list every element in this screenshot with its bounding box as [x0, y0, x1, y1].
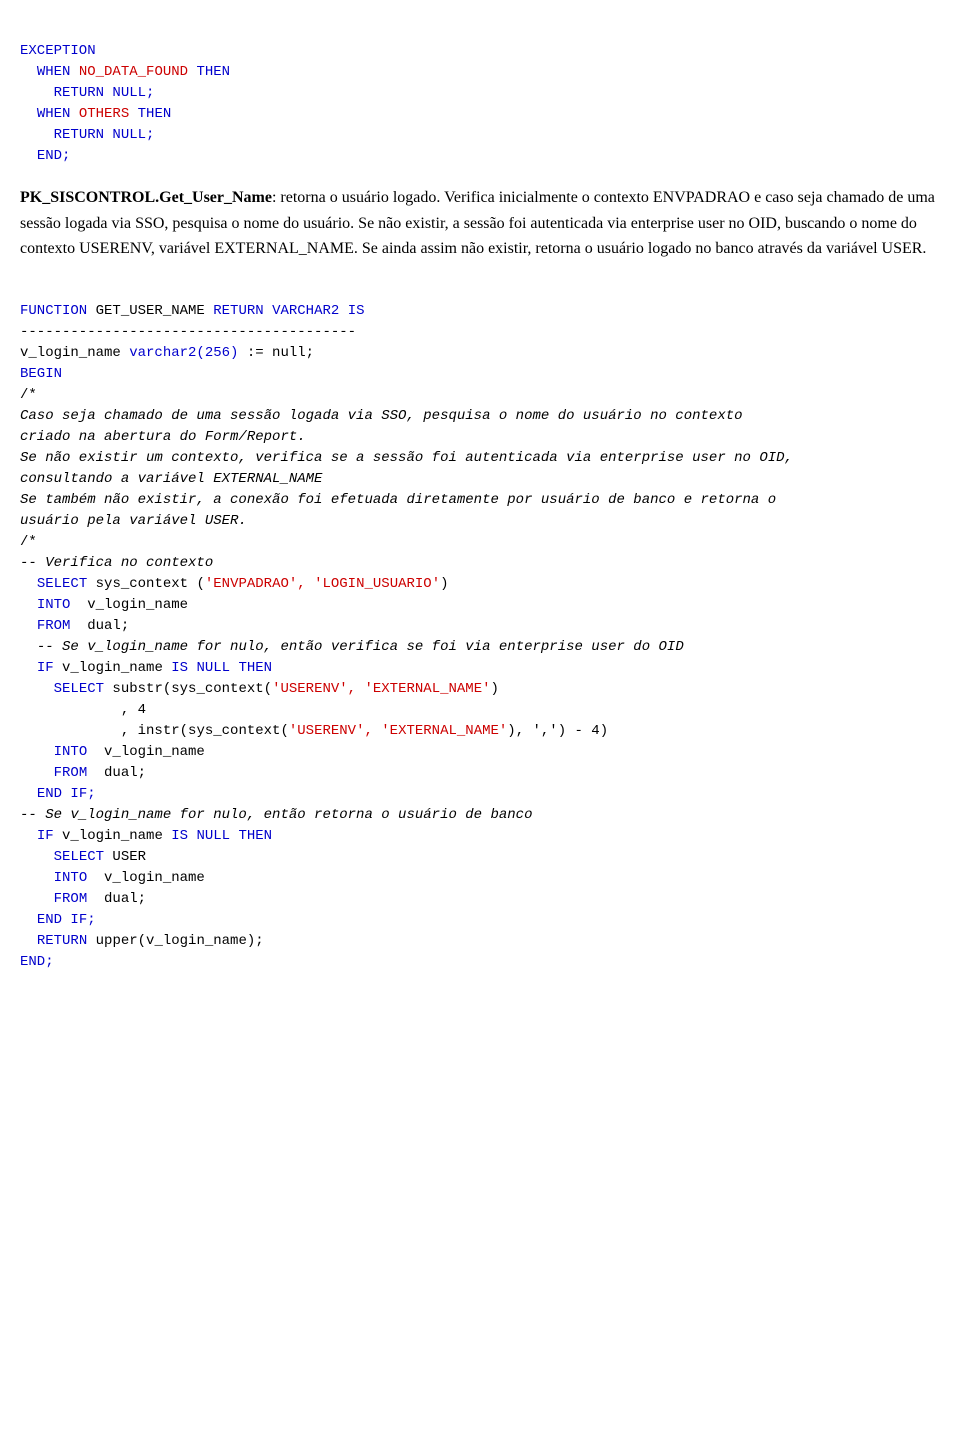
select2-args1: 'USERENV', 'EXTERNAL_NAME' [272, 681, 490, 697]
return-expr: upper(v_login_name); [87, 933, 263, 949]
var-type: varchar2(256) [129, 345, 238, 361]
into2-keyword: INTO [54, 744, 88, 760]
comment-line-1: Caso seja chamado de uma sessão logada v… [20, 408, 743, 424]
var-name: v_login_name [20, 345, 129, 361]
select2-close2: ), ',') - 4) [507, 723, 608, 739]
function-name-bold: PK_SISCONTROL.Get_User_Name [20, 189, 272, 206]
endif2: END IF; [37, 912, 96, 928]
from2-keyword: FROM [54, 765, 88, 781]
select2-func: substr(sys_context( [104, 681, 272, 697]
var-assign: := null; [238, 345, 314, 361]
comment-line-2: criado na abertura do Form/Report. [20, 429, 306, 445]
select3-keyword: SELECT [54, 849, 104, 865]
function-code-block: FUNCTION GET_USER_NAME RETURN VARCHAR2 I… [20, 280, 940, 973]
select2-close1: ) [491, 681, 499, 697]
select1-func: sys_context ( [87, 576, 205, 592]
into3-keyword: INTO [54, 870, 88, 886]
into3-var: v_login_name [87, 870, 205, 886]
others-keyword: OTHERS [79, 106, 129, 122]
from2-table: dual; [87, 765, 146, 781]
select3-user: USER [104, 849, 146, 865]
function-name: GET_USER_NAME [87, 303, 213, 319]
divider: ---------------------------------------- [20, 324, 356, 340]
comment-line-5: Se também não existir, a conexão foi efe… [20, 492, 776, 508]
select2-args2: 'USERENV', 'EXTERNAL_NAME' [289, 723, 507, 739]
comment-line-4: consultando a variável EXTERNAL_NAME [20, 471, 322, 487]
when-keyword-1: WHEN [37, 64, 79, 80]
if1-var: v_login_name [54, 660, 172, 676]
return-null-1: RETURN NULL; [54, 85, 155, 101]
comment-open-1: /* [20, 387, 37, 403]
if1-keyword: IF [37, 660, 54, 676]
return-keyword-sig: RETURN [213, 303, 263, 319]
comment-open-2: /* [20, 534, 37, 550]
select2-instr-pre: , instr(sys_context( [121, 723, 289, 739]
prose-description: PK_SISCONTROL.Get_User_Name: retorna o u… [20, 185, 940, 262]
prose-paragraph-1: PK_SISCONTROL.Get_User_Name: retorna o u… [20, 185, 940, 262]
from1-keyword: FROM [37, 618, 71, 634]
varchar2-type: VARCHAR2 [272, 303, 339, 319]
if1-then: THEN [230, 660, 272, 676]
into2-var: v_login_name [87, 744, 205, 760]
comment-line-6: usuário pela variável USER. [20, 513, 247, 529]
exception-keyword: EXCEPTION [20, 43, 96, 59]
comment-line-3: Se não existir um contexto, verifica se … [20, 450, 793, 466]
return-type [264, 303, 272, 319]
when-keyword-2: WHEN [37, 106, 79, 122]
into1-var: v_login_name [70, 597, 188, 613]
from3-keyword: FROM [54, 891, 88, 907]
into1-keyword: INTO [37, 597, 71, 613]
exception-block: EXCEPTION WHEN NO_DATA_FOUND THEN RETURN… [20, 20, 940, 167]
select1-keyword: SELECT [37, 576, 87, 592]
if2-keyword: IF [37, 828, 54, 844]
inline-comment-1: -- Verifica no contexto [20, 555, 213, 571]
from1-table: dual; [70, 618, 129, 634]
select1-args: 'ENVPADRAO', 'LOGIN_USUARIO' [205, 576, 440, 592]
endif1: END IF; [37, 786, 96, 802]
if2-isnull: IS NULL [171, 828, 230, 844]
from3-table: dual; [87, 891, 146, 907]
inline-comment-2: -- Se v_login_name for nulo, então verif… [37, 639, 684, 655]
begin-keyword: BEGIN [20, 366, 62, 382]
if1-isnull: IS NULL [171, 660, 230, 676]
select2-comma: , 4 [121, 702, 146, 718]
inline-comment-3: -- Se v_login_name for nulo, então retor… [20, 807, 532, 823]
function-keyword: FUNCTION [20, 303, 87, 319]
select1-close: ) [440, 576, 448, 592]
then-keyword-1: THEN [188, 64, 230, 80]
return-null-2: RETURN NULL; [54, 127, 155, 143]
is-keyword: IS [339, 303, 364, 319]
end-keyword-bottom: END; [20, 954, 54, 970]
end-keyword-top: END; [37, 148, 71, 164]
no-data-found-keyword: NO_DATA_FOUND [79, 64, 188, 80]
then-keyword-2: THEN [129, 106, 171, 122]
if2-then: THEN [230, 828, 272, 844]
select2-keyword: SELECT [54, 681, 104, 697]
if2-var: v_login_name [54, 828, 172, 844]
return-keyword-end: RETURN [37, 933, 87, 949]
